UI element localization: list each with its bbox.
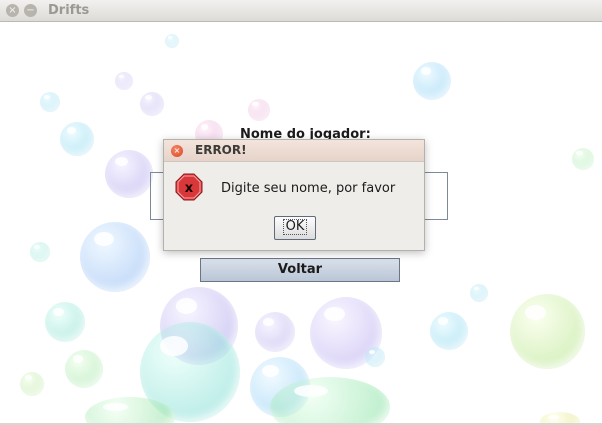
bubble bbox=[105, 150, 153, 198]
ok-button-label: OK bbox=[282, 219, 308, 235]
error-x-icon: x bbox=[175, 173, 203, 201]
ok-button[interactable]: OK bbox=[274, 216, 316, 240]
window-titlebar: × − Drifts bbox=[0, 0, 602, 22]
bubble bbox=[115, 72, 133, 90]
bubble bbox=[413, 62, 451, 100]
svg-text:x: x bbox=[185, 181, 194, 196]
bubble bbox=[40, 92, 60, 112]
bubble bbox=[470, 284, 488, 302]
window-minimize-button[interactable]: − bbox=[24, 4, 37, 17]
bubble bbox=[540, 412, 580, 423]
bubble bbox=[140, 92, 164, 116]
window-close-button[interactable]: × bbox=[6, 4, 19, 17]
bubble bbox=[248, 99, 270, 121]
back-button[interactable]: Voltar bbox=[200, 258, 400, 282]
bubble bbox=[20, 372, 44, 396]
bubble bbox=[165, 34, 179, 48]
bubble bbox=[45, 302, 85, 342]
bubble bbox=[255, 312, 295, 352]
bubble bbox=[65, 350, 103, 388]
dialog-title: ERROR! bbox=[195, 143, 247, 157]
error-dialog: × ERROR! x Digite seu nome, por favor OK bbox=[163, 139, 425, 251]
window-title: Drifts bbox=[48, 3, 90, 18]
dialog-titlebar: × ERROR! bbox=[164, 140, 424, 162]
bubble bbox=[30, 242, 50, 262]
bubble bbox=[510, 294, 585, 369]
bubble bbox=[430, 312, 468, 350]
bubble bbox=[365, 347, 385, 367]
bubble bbox=[60, 122, 94, 156]
error-message: Digite seu nome, por favor bbox=[221, 181, 396, 196]
dialog-close-button[interactable]: × bbox=[171, 145, 183, 157]
bubble bbox=[572, 148, 594, 170]
bubble bbox=[80, 222, 150, 292]
